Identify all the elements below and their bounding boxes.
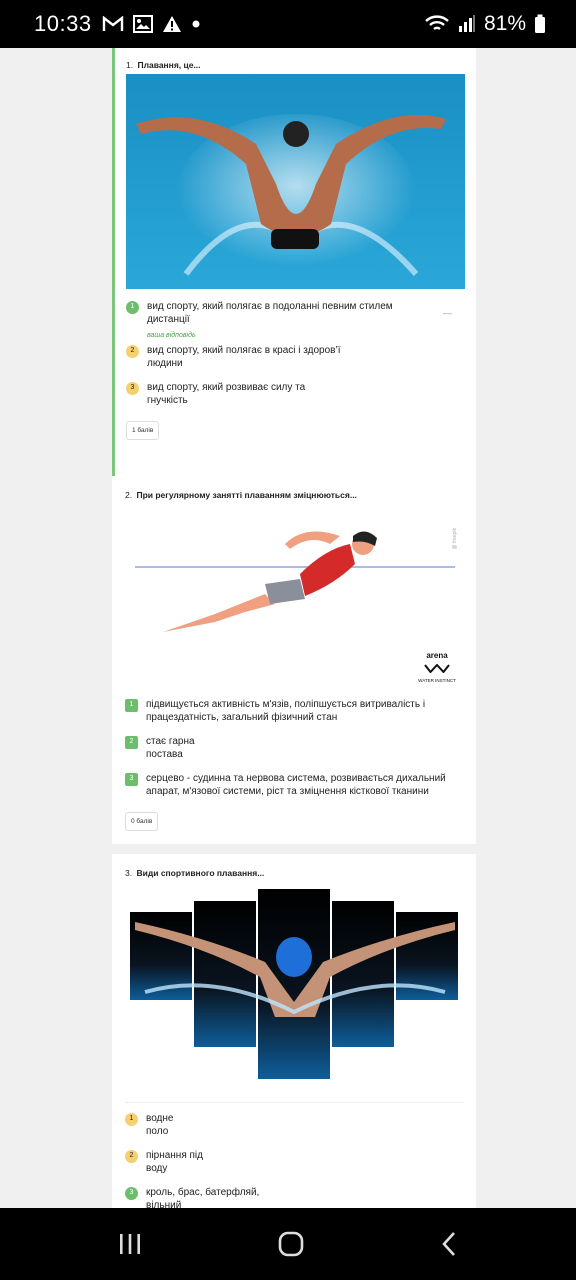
answer-option-correct: 3 серцево - судинна та нервова система, … xyxy=(125,773,464,798)
answer-number-badge: 2 xyxy=(125,1150,138,1163)
question-title: 3. Види спортивного плавання... xyxy=(125,868,265,878)
question-image xyxy=(126,74,465,289)
divider xyxy=(125,1102,464,1103)
question-title: 2. При регулярному занятті плаванням змі… xyxy=(125,490,357,500)
answer-text: підвищується активність м'язів, поліпшує… xyxy=(146,699,426,723)
answer-option-correct: 3 кроль, брас, батерфляй, вільний xyxy=(125,1187,464,1208)
wifi-icon xyxy=(425,15,449,31)
signal-icon xyxy=(458,15,475,32)
answer-option-correct: 1 вид спорту, який полягає в подоланні п… xyxy=(126,301,464,326)
arena-logo: arena WATER INSTINCT xyxy=(418,651,456,683)
answer-option-correct: 2 стає гарна постава xyxy=(125,736,464,761)
answer-option: 2 пірнання під воду xyxy=(125,1150,464,1175)
answer-option: 1 водне поло xyxy=(125,1113,464,1138)
answer-text: серцево - судинна та нервова система, ро… xyxy=(146,773,446,797)
quiz-results-scroll[interactable]: 1. Плавання, це... 1 вид спорту, який по… xyxy=(0,48,576,1208)
answer-number-badge: 2 xyxy=(126,345,139,358)
answer-option: 3 вид спорту, який розвиває силу та гнуч… xyxy=(126,382,464,407)
answer-text: стає гарна постава xyxy=(146,736,195,760)
warning-icon xyxy=(162,16,181,32)
answer-number-badge: 3 xyxy=(125,773,138,786)
photo-icon xyxy=(132,15,153,33)
question-card-1: 1. Плавання, це... 1 вид спорту, який по… xyxy=(112,48,476,514)
answer-number-badge: 1 xyxy=(126,301,139,314)
answer-text: кроль, брас, батерфляй, вільний xyxy=(146,1187,260,1208)
status-time: 10:33 xyxy=(34,11,92,36)
battery-percent: 81% xyxy=(483,12,526,35)
system-nav-bar xyxy=(0,1208,576,1280)
arena-logo-mark xyxy=(424,663,450,674)
answer-list: 1 підвищується активність м'язів, поліпш… xyxy=(125,699,464,798)
answer-number-badge: 3 xyxy=(125,1187,138,1200)
question-card-2: 2. При регулярному занятті плаванням змі… xyxy=(112,476,476,844)
score-badge: 0 балів xyxy=(125,812,159,831)
question-image xyxy=(125,882,464,1094)
dot-icon xyxy=(192,20,200,28)
answer-number-badge: 2 xyxy=(125,736,138,749)
answer-dash: — xyxy=(443,308,452,318)
question-title: 1. Плавання, це... xyxy=(126,60,201,70)
answer-text: вид спорту, який полягає в подоланні пев… xyxy=(147,301,393,325)
answer-number-badge: 1 xyxy=(125,1113,138,1126)
your-answer-label: ваша відповідь xyxy=(147,332,196,339)
score-badge: 1 балів xyxy=(126,421,160,440)
battery-icon xyxy=(535,14,545,33)
answer-number-badge: 3 xyxy=(126,382,139,395)
gmail-icon xyxy=(102,16,123,31)
answer-text: вид спорту, який розвиває силу та гнучкі… xyxy=(147,382,306,406)
notification-icons xyxy=(102,15,201,33)
watermark-text: @ freepik xyxy=(452,528,458,550)
answer-list: 1 водне поло 2 пірнання під воду 3 кроль… xyxy=(125,1113,464,1208)
question-image: @ freepik arena WATER INSTINCT xyxy=(125,504,464,689)
answer-number-badge: 1 xyxy=(125,699,138,712)
answer-text: вид спорту, який полягає в красі і здоро… xyxy=(147,345,341,369)
answer-text: водне поло xyxy=(146,1113,174,1137)
recent-apps-button[interactable] xyxy=(117,1231,143,1257)
status-bar: 10:33 81% xyxy=(0,0,576,48)
answer-text: пірнання під воду xyxy=(146,1150,203,1174)
answer-option-correct: 1 підвищується активність м'язів, поліпш… xyxy=(125,699,464,724)
answer-list: 1 вид спорту, який полягає в подоланні п… xyxy=(126,301,464,407)
answer-option: 2 вид спорту, який полягає в красі і здо… xyxy=(126,345,464,370)
home-button[interactable] xyxy=(277,1230,305,1258)
back-button[interactable] xyxy=(439,1230,459,1258)
question-card-3: 3. Види спортивного плавання... 1 водне … xyxy=(112,854,476,1208)
